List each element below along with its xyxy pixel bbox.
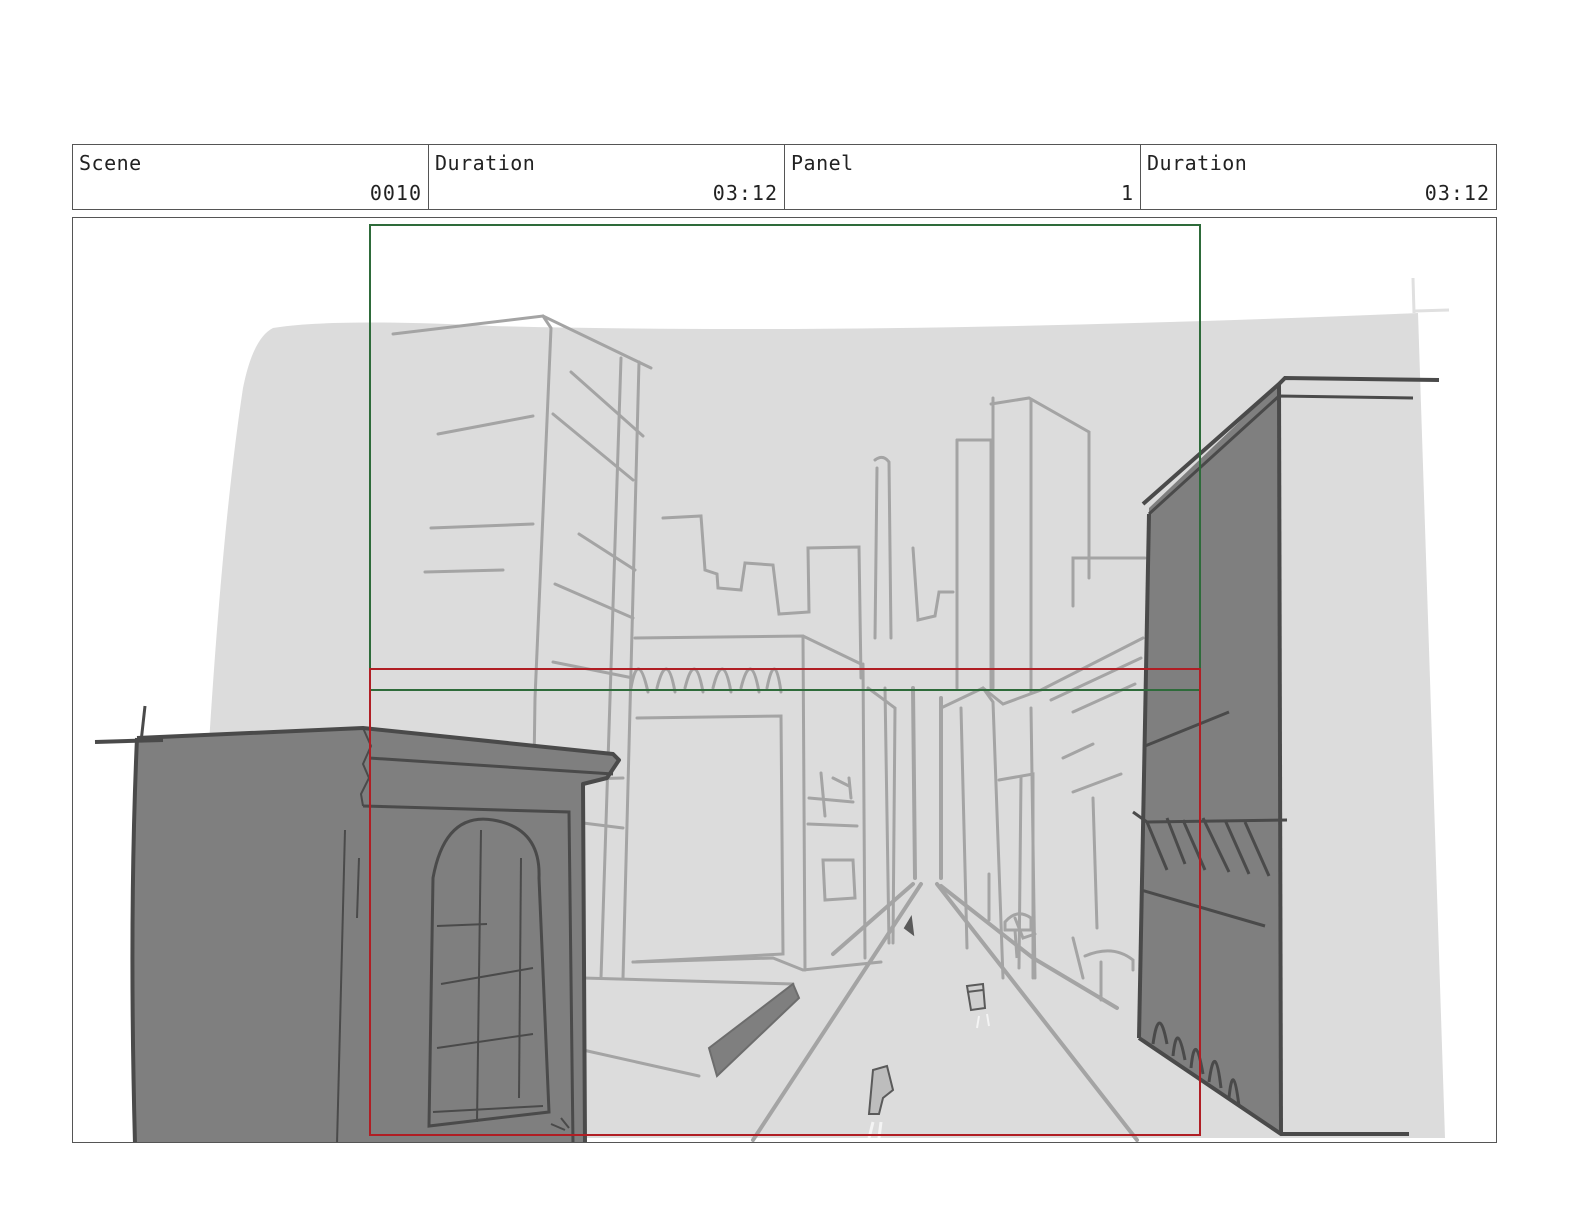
panel-label: Panel: [791, 151, 854, 175]
scene-number: 0010: [369, 181, 422, 205]
frame-corner-mark: [1411, 277, 1450, 314]
scene-cell: Scene 0010: [73, 145, 429, 209]
storyboard-panel: [72, 217, 1497, 1143]
scene-label: Scene: [79, 151, 142, 175]
panel-duration-cell: Duration 03:12: [1141, 145, 1496, 209]
scene-duration-value: 03:12: [712, 181, 778, 205]
panel-duration-label: Duration: [1147, 151, 1248, 175]
storyboard-sketch: [94, 224, 1450, 1142]
panel-cell: Panel 1: [785, 145, 1141, 209]
scene-duration-cell: Duration 03:12: [429, 145, 785, 209]
panel-duration-value: 03:12: [1424, 181, 1490, 205]
panel-number: 1: [1120, 181, 1134, 205]
panel-info-header: Scene 0010 Duration 03:12 Panel 1 Durati…: [72, 144, 1497, 210]
left-dark-building: [94, 705, 621, 1142]
scene-duration-label: Duration: [435, 151, 536, 175]
